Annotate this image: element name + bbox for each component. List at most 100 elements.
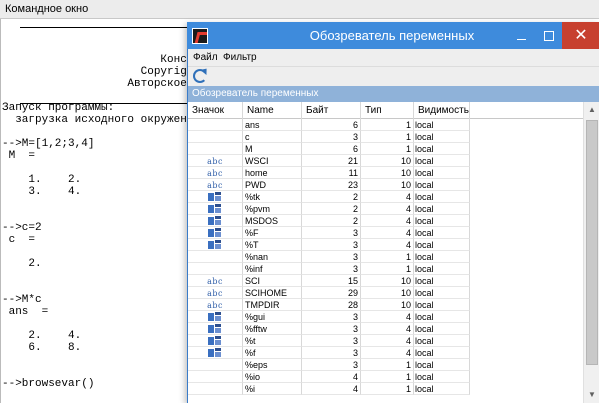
type-icon-cell: [188, 335, 243, 347]
type-icon-cell: abc: [188, 167, 243, 179]
table-row[interactable]: abc SCI 15 10 local: [188, 275, 583, 287]
variable-bytes: 29: [302, 287, 361, 299]
table-row[interactable]: %t 3 4 local: [188, 335, 583, 347]
console-banner-rule-top: [20, 27, 210, 28]
type-icon-cell: [188, 227, 243, 239]
variable-type: 10: [361, 155, 414, 167]
variable-bytes: 11: [302, 167, 361, 179]
type-icon-cell: [188, 191, 243, 203]
variable-name: %F: [243, 227, 302, 239]
variable-bytes: 6: [302, 143, 361, 155]
column-header-type[interactable]: Тип: [361, 102, 414, 119]
table-row[interactable]: MSDOS 2 4 local: [188, 215, 583, 227]
variable-visibility: local: [414, 383, 470, 395]
console-line: -->c=2: [2, 222, 42, 234]
type-icon-cell: [188, 215, 243, 227]
variable-name: %gui: [243, 311, 302, 323]
table-row[interactable]: M 6 1 local: [188, 143, 583, 155]
variable-bytes: 2: [302, 191, 361, 203]
variable-visibility: local: [414, 275, 470, 287]
variable-name: %tk: [243, 191, 302, 203]
table-row[interactable]: %f 3 4 local: [188, 347, 583, 359]
maximize-button[interactable]: [535, 22, 562, 49]
variable-type: 4: [361, 323, 414, 335]
refresh-icon[interactable]: [193, 69, 207, 83]
type-icon-cell: abc: [188, 179, 243, 191]
table-row[interactable]: c 3 1 local: [188, 131, 583, 143]
variable-bytes: 4: [302, 371, 361, 383]
variable-type: 1: [361, 131, 414, 143]
column-header-name[interactable]: Name: [243, 102, 302, 119]
variable-visibility: local: [414, 191, 470, 203]
variable-visibility: local: [414, 371, 470, 383]
table-row[interactable]: %nan 3 1 local: [188, 251, 583, 263]
table-row[interactable]: %io 4 1 local: [188, 371, 583, 383]
variable-bytes: 3: [302, 227, 361, 239]
table-row[interactable]: %tk 2 4 local: [188, 191, 583, 203]
variable-name: %nan: [243, 251, 302, 263]
table-row[interactable]: abc SCIHOME 29 10 local: [188, 287, 583, 299]
table-row[interactable]: %i 4 1 local: [188, 383, 583, 395]
console-line: -->M=[1,2;3,4]: [2, 138, 95, 150]
column-header-icon[interactable]: Значок: [188, 102, 243, 119]
scroll-up-icon[interactable]: ▲: [584, 102, 599, 118]
table-header: Значок Name Байт Тип Видимость: [188, 102, 583, 119]
boolean-type-icon: [208, 228, 222, 238]
console-line: 3. 4.: [2, 186, 82, 198]
string-type-icon: abc: [207, 169, 223, 178]
variable-bytes: 4: [302, 383, 361, 395]
table-row[interactable]: abc home 11 10 local: [188, 167, 583, 179]
table-row[interactable]: %T 3 4 local: [188, 239, 583, 251]
variable-visibility: local: [414, 167, 470, 179]
console-line: -->M*c: [2, 294, 42, 306]
type-icon-cell: [188, 383, 243, 395]
console-line: 1. 2.: [2, 174, 82, 186]
close-button[interactable]: ✕: [562, 22, 599, 49]
variable-name: ans: [243, 119, 302, 131]
variable-browser-titlebar[interactable]: Обозреватель переменных ✕: [187, 22, 599, 49]
table-row[interactable]: %fftw 3 4 local: [188, 323, 583, 335]
console-line: ans =: [2, 306, 49, 318]
variable-type: 1: [361, 251, 414, 263]
variable-visibility: local: [414, 323, 470, 335]
variable-name: home: [243, 167, 302, 179]
table-row[interactable]: %eps 3 1 local: [188, 359, 583, 371]
variable-name: SCI: [243, 275, 302, 287]
variable-name: %f: [243, 347, 302, 359]
variable-bytes: 2: [302, 215, 361, 227]
table-row[interactable]: ans 6 1 local: [188, 119, 583, 131]
variable-name: %i: [243, 383, 302, 395]
table-row[interactable]: abc TMPDIR 28 10 local: [188, 299, 583, 311]
variable-bytes: 3: [302, 335, 361, 347]
scroll-down-icon[interactable]: ▼: [584, 387, 599, 403]
table-row[interactable]: %inf 3 1 local: [188, 263, 583, 275]
type-icon-cell: [188, 143, 243, 155]
table-row[interactable]: %pvm 2 4 local: [188, 203, 583, 215]
column-header-bytes[interactable]: Байт: [302, 102, 361, 119]
variable-type: 10: [361, 287, 414, 299]
table-row[interactable]: abc PWD 23 10 local: [188, 179, 583, 191]
menu-filter[interactable]: Фильтр: [221, 49, 259, 66]
table-row[interactable]: %F 3 4 local: [188, 227, 583, 239]
string-type-icon: abc: [207, 157, 223, 166]
variable-type: 4: [361, 215, 414, 227]
table-row[interactable]: abc WSCI 21 10 local: [188, 155, 583, 167]
variable-type: 1: [361, 119, 414, 131]
variable-name: %io: [243, 371, 302, 383]
column-header-visibility[interactable]: Видимость: [414, 102, 470, 119]
variable-visibility: local: [414, 131, 470, 143]
variable-type: 4: [361, 335, 414, 347]
variable-visibility: local: [414, 335, 470, 347]
variable-bytes: 28: [302, 299, 361, 311]
variable-visibility: local: [414, 215, 470, 227]
boolean-type-icon: [208, 204, 222, 214]
variable-type: 4: [361, 191, 414, 203]
boolean-type-icon: [208, 240, 222, 250]
scrollbar-thumb[interactable]: [586, 120, 598, 365]
console-line: c =: [2, 234, 36, 246]
minimize-button[interactable]: [508, 22, 535, 49]
menu-file[interactable]: Файл: [191, 49, 220, 66]
table-row[interactable]: %gui 3 4 local: [188, 311, 583, 323]
variable-browser-window: Обозреватель переменных ✕ Файл Фильтр Об…: [187, 22, 599, 403]
vertical-scrollbar[interactable]: ▲ ▼: [583, 102, 599, 403]
